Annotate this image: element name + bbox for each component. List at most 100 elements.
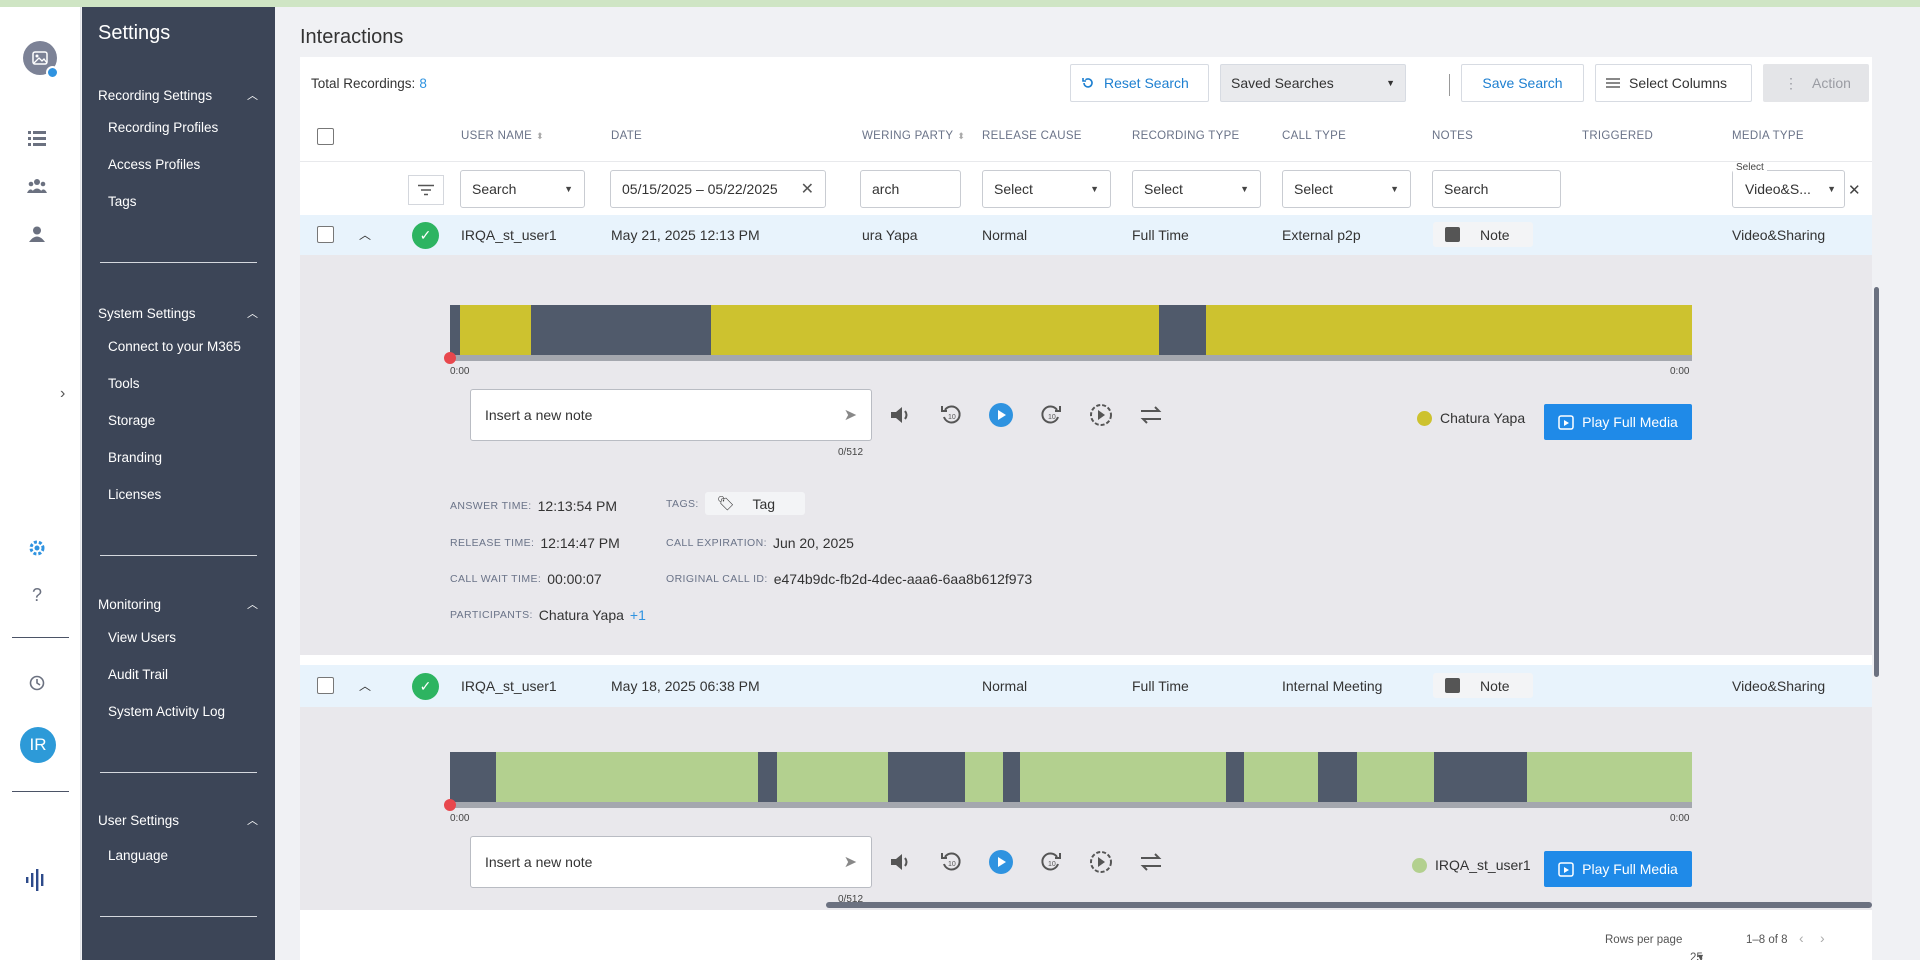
note-chip[interactable]: Note [1433,673,1533,698]
avatar-add-icon[interactable] [46,66,59,79]
column-user-name[interactable]: USER NAME ⬍ [461,130,544,142]
send-icon[interactable]: ➤ [844,405,857,425]
reset-search-button[interactable]: Reset Search [1070,64,1209,102]
waveform-segment[interactable] [965,752,1003,802]
filter-icon[interactable] [408,175,444,205]
sidebar-item-tags[interactable]: Tags [108,194,137,209]
saved-searches-select[interactable]: Saved Searches ▼ [1220,64,1406,102]
close-icon[interactable]: ✕ [1848,181,1861,199]
sidebar-item-audit-trail[interactable]: Audit Trail [108,667,168,682]
play-full-media-button[interactable]: Play Full Media [1544,404,1692,440]
sidebar-item-view-users[interactable]: View Users [108,630,176,645]
column-call-type[interactable]: CALL TYPE [1282,130,1346,142]
table-row[interactable]: ︿ ✓ IRQA_st_user1 May 21, 2025 12:13 PM … [300,215,1872,255]
forward-10-icon[interactable]: 10 [1038,849,1064,875]
profile-avatar[interactable] [23,41,59,79]
playback-track[interactable] [450,355,1692,361]
help-icon[interactable]: ? [26,584,48,606]
expand-rail-icon[interactable]: › [60,385,65,403]
tag-chip[interactable]: 🏷 Tag [704,492,806,515]
history-icon[interactable] [26,672,48,694]
swap-icon[interactable] [1138,849,1164,875]
date-range-filter[interactable]: 05/15/2025 – 05/22/2025 ✕ [610,170,826,208]
waveform-segment[interactable] [1206,305,1692,355]
send-icon[interactable]: ➤ [844,852,857,872]
playback-track[interactable] [450,802,1692,808]
playhead-handle[interactable] [444,799,456,811]
select-all-checkbox[interactable] [317,128,334,145]
waveform-segment[interactable] [459,305,531,355]
skip-silence-icon[interactable] [1088,849,1114,875]
sidebar-item-storage[interactable]: Storage [108,413,155,428]
group-header-recording-settings[interactable]: Recording Settings ︿ [98,84,260,106]
chevron-up-icon[interactable]: ︿ [359,677,371,694]
skip-silence-icon[interactable] [1088,402,1114,428]
sidebar-item-tools[interactable]: Tools [108,376,140,391]
waveform-segment[interactable] [888,752,966,802]
playhead-handle[interactable] [444,352,456,364]
column-notes[interactable]: NOTES [1432,130,1473,142]
group-header-system-settings[interactable]: System Settings ︿ [98,302,260,324]
notes-filter[interactable]: Search [1432,170,1561,208]
play-icon[interactable] [988,402,1014,428]
table-row[interactable]: ︿ ✓ IRQA_st_user1 May 18, 2025 06:38 PM … [300,665,1872,707]
row-checkbox[interactable] [317,677,334,694]
waveform-segment[interactable] [495,752,758,802]
waveform-segment[interactable] [1433,752,1527,802]
sidebar-item-recording-profiles[interactable]: Recording Profiles [108,120,218,135]
vertical-scrollbar[interactable] [1874,287,1879,677]
column-release-cause[interactable]: RELEASE CAUSE [982,130,1082,142]
next-page-icon[interactable]: › [1820,930,1825,946]
sidebar-item-branding[interactable]: Branding [108,450,162,465]
group-header-user-settings[interactable]: User Settings ︿ [98,809,260,831]
waveform-segment[interactable] [1159,305,1207,355]
prev-page-icon[interactable]: ‹ [1799,930,1804,946]
user-icon[interactable] [26,223,48,245]
waveform-segment[interactable] [710,305,1160,355]
waveform-segment[interactable] [450,752,496,802]
note-input[interactable]: Insert a new note ➤ [470,836,872,888]
user-name-filter[interactable]: Search ▼ [460,170,585,208]
waveform-segment[interactable] [530,305,711,355]
waveform-segment[interactable] [758,752,777,802]
waveform-segment[interactable] [1226,752,1244,802]
column-recording-type[interactable]: RECORDING TYPE [1132,130,1240,142]
waveform-segment[interactable] [1002,752,1021,802]
waveform-segment[interactable] [1318,752,1357,802]
waveform-timeline[interactable] [450,305,1692,355]
waveform-segment[interactable] [1356,752,1434,802]
forward-10-icon[interactable]: 10 [1038,402,1064,428]
action-button[interactable]: ⋮ Action [1763,64,1869,102]
save-search-button[interactable]: Save Search [1461,64,1584,102]
settings-gear-icon[interactable] [26,537,48,559]
media-type-filter[interactable]: Video&S... ▼ [1732,170,1845,208]
volume-icon[interactable] [888,849,914,875]
release-cause-filter[interactable]: Select ▼ [982,170,1111,208]
column-date[interactable]: DATE [611,130,642,142]
play-icon[interactable] [988,849,1014,875]
waveform-segment[interactable] [776,752,889,802]
groups-icon[interactable] [26,175,48,197]
row-checkbox[interactable] [317,226,334,243]
select-columns-button[interactable]: Select Columns [1595,64,1752,102]
play-full-media-button[interactable]: Play Full Media [1544,851,1692,887]
column-triggered[interactable]: TRIGGERED [1582,130,1653,142]
group-header-monitoring[interactable]: Monitoring ︿ [98,593,260,615]
rewind-10-icon[interactable]: 10 [938,849,964,875]
sidebar-item-licenses[interactable]: Licenses [108,487,161,502]
recording-type-filter[interactable]: Select ▼ [1132,170,1261,208]
swap-icon[interactable] [1138,402,1164,428]
sidebar-item-system-activity-log[interactable]: System Activity Log [108,704,225,719]
note-chip[interactable]: Note [1433,222,1533,247]
sidebar-item-access-profiles[interactable]: Access Profiles [108,157,200,172]
waveform-timeline[interactable] [450,752,1692,802]
column-answering-party[interactable]: WERING PARTY ⬍ [862,130,965,142]
sidebar-item-connect-m365[interactable]: Connect to your M365 [108,339,241,354]
volume-icon[interactable] [888,402,914,428]
user-initials-avatar[interactable]: IR [20,727,56,763]
waveform-segment[interactable] [450,305,460,355]
waveform-segment[interactable] [1526,752,1692,802]
rewind-10-icon[interactable]: 10 [938,402,964,428]
waveform-segment[interactable] [1020,752,1227,802]
clear-icon[interactable]: ✕ [801,179,814,199]
